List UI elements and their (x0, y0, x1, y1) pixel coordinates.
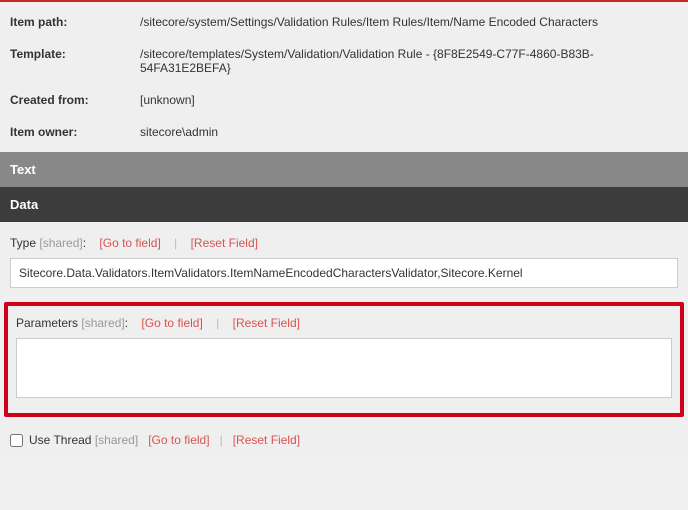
field-parameters-highlighted: Parameters [shared]: [Go to field] | [Re… (4, 302, 684, 417)
field-type: Type [shared]: [Go to field] | [Reset Fi… (0, 222, 688, 296)
info-value: sitecore\admin (140, 125, 678, 139)
field-use-thread: Use Thread [shared] [Go to field] | [Res… (0, 419, 688, 461)
shared-tag: [shared] (91, 433, 138, 447)
info-row-template: Template: /sitecore/templates/System/Val… (10, 38, 678, 84)
colon: : (125, 316, 128, 330)
separator: | (216, 316, 219, 330)
field-header: Type [shared]: [Go to field] | [Reset Fi… (10, 236, 678, 250)
field-label: Parameters (16, 316, 78, 330)
section-header-data[interactable]: Data (0, 187, 688, 222)
field-label: Type (10, 236, 36, 250)
parameters-textarea[interactable] (16, 338, 672, 398)
separator: | (174, 236, 177, 250)
separator: | (220, 433, 223, 447)
use-thread-checkbox[interactable] (10, 434, 23, 447)
colon: : (83, 236, 86, 250)
go-to-field-link[interactable]: [Go to field] (99, 236, 160, 250)
info-value: /sitecore/templates/System/Validation/Va… (140, 47, 678, 75)
info-value: /sitecore/system/Settings/Validation Rul… (140, 15, 678, 29)
info-value: [unknown] (140, 93, 678, 107)
go-to-field-link[interactable]: [Go to field] (141, 316, 202, 330)
info-label: Created from: (10, 93, 140, 107)
shared-tag: [shared] (81, 316, 124, 330)
item-info-panel: Item path: /sitecore/system/Settings/Val… (0, 2, 688, 152)
info-label: Item owner: (10, 125, 140, 139)
info-label: Template: (10, 47, 140, 75)
field-label: Use Thread (29, 433, 91, 447)
reset-field-link[interactable]: [Reset Field] (233, 316, 300, 330)
reset-field-link[interactable]: [Reset Field] (191, 236, 258, 250)
info-row-created-from: Created from: [unknown] (10, 84, 678, 116)
shared-tag: [shared] (39, 236, 82, 250)
info-row-item-owner: Item owner: sitecore\admin (10, 116, 678, 148)
type-input[interactable] (10, 258, 678, 288)
section-header-text[interactable]: Text (0, 152, 688, 187)
info-label: Item path: (10, 15, 140, 29)
field-header: Parameters [shared]: [Go to field] | [Re… (16, 316, 672, 330)
reset-field-link[interactable]: [Reset Field] (233, 433, 300, 447)
go-to-field-link[interactable]: [Go to field] (148, 433, 209, 447)
info-row-item-path: Item path: /sitecore/system/Settings/Val… (10, 6, 678, 38)
